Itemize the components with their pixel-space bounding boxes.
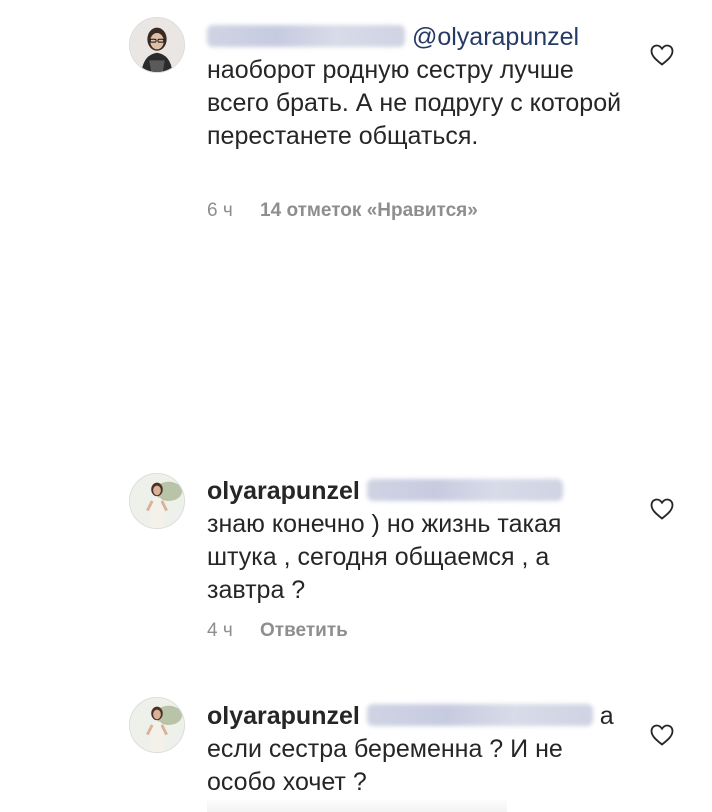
comment-meta: 4 ч Ответить <box>207 620 348 642</box>
comment-text-first: а <box>599 702 614 730</box>
comment-text: знаю конечно ) но жизнь такая штука , се… <box>207 510 562 604</box>
blurred-mention <box>366 704 593 726</box>
heart-icon[interactable] <box>650 44 674 66</box>
blurred-mention <box>366 479 563 501</box>
comment-2: olyarapunzel знаю конечно ) но жизнь так… <box>0 460 712 660</box>
comment-1: @olyarapunzel наоборот родную сестру луч… <box>0 0 712 240</box>
comment-author[interactable]: olyarapunzel <box>207 702 360 730</box>
comment-author[interactable]: olyarapunzel <box>207 477 360 505</box>
likes-count[interactable]: 14 отметок «Нравится» <box>260 200 478 221</box>
heart-icon[interactable] <box>650 724 674 746</box>
avatar[interactable] <box>129 17 185 73</box>
avatar-photo-woman-dress <box>130 474 184 528</box>
comment-text-block: @olyarapunzel наоборот родную сестру луч… <box>207 21 627 153</box>
comment-time: 6 ч <box>207 200 233 221</box>
blurred-username <box>207 25 405 47</box>
comment-text: наоборот родную сестру лучше всего брать… <box>207 56 622 150</box>
comment-text-block: olyarapunzel а если сестра беременна ? И… <box>207 700 627 799</box>
avatar-photo-woman-glasses <box>130 18 184 72</box>
reply-button[interactable]: Ответить <box>260 620 348 641</box>
comment-meta: 6 ч 14 отметок «Нравится» <box>207 200 478 222</box>
avatar-photo-woman-dress <box>130 698 184 752</box>
avatar[interactable] <box>129 697 185 753</box>
avatar[interactable] <box>129 473 185 529</box>
comment-3: olyarapunzel а если сестра беременна ? И… <box>0 680 712 812</box>
comment-time: 4 ч <box>207 620 233 641</box>
comment-text-block: olyarapunzel знаю конечно ) но жизнь так… <box>207 475 627 607</box>
mention-link[interactable]: @olyarapunzel <box>412 23 579 51</box>
heart-icon[interactable] <box>650 498 674 520</box>
comment-text: если сестра беременна ? И не особо хочет… <box>207 735 563 796</box>
cut-off-meta-line <box>207 798 507 812</box>
